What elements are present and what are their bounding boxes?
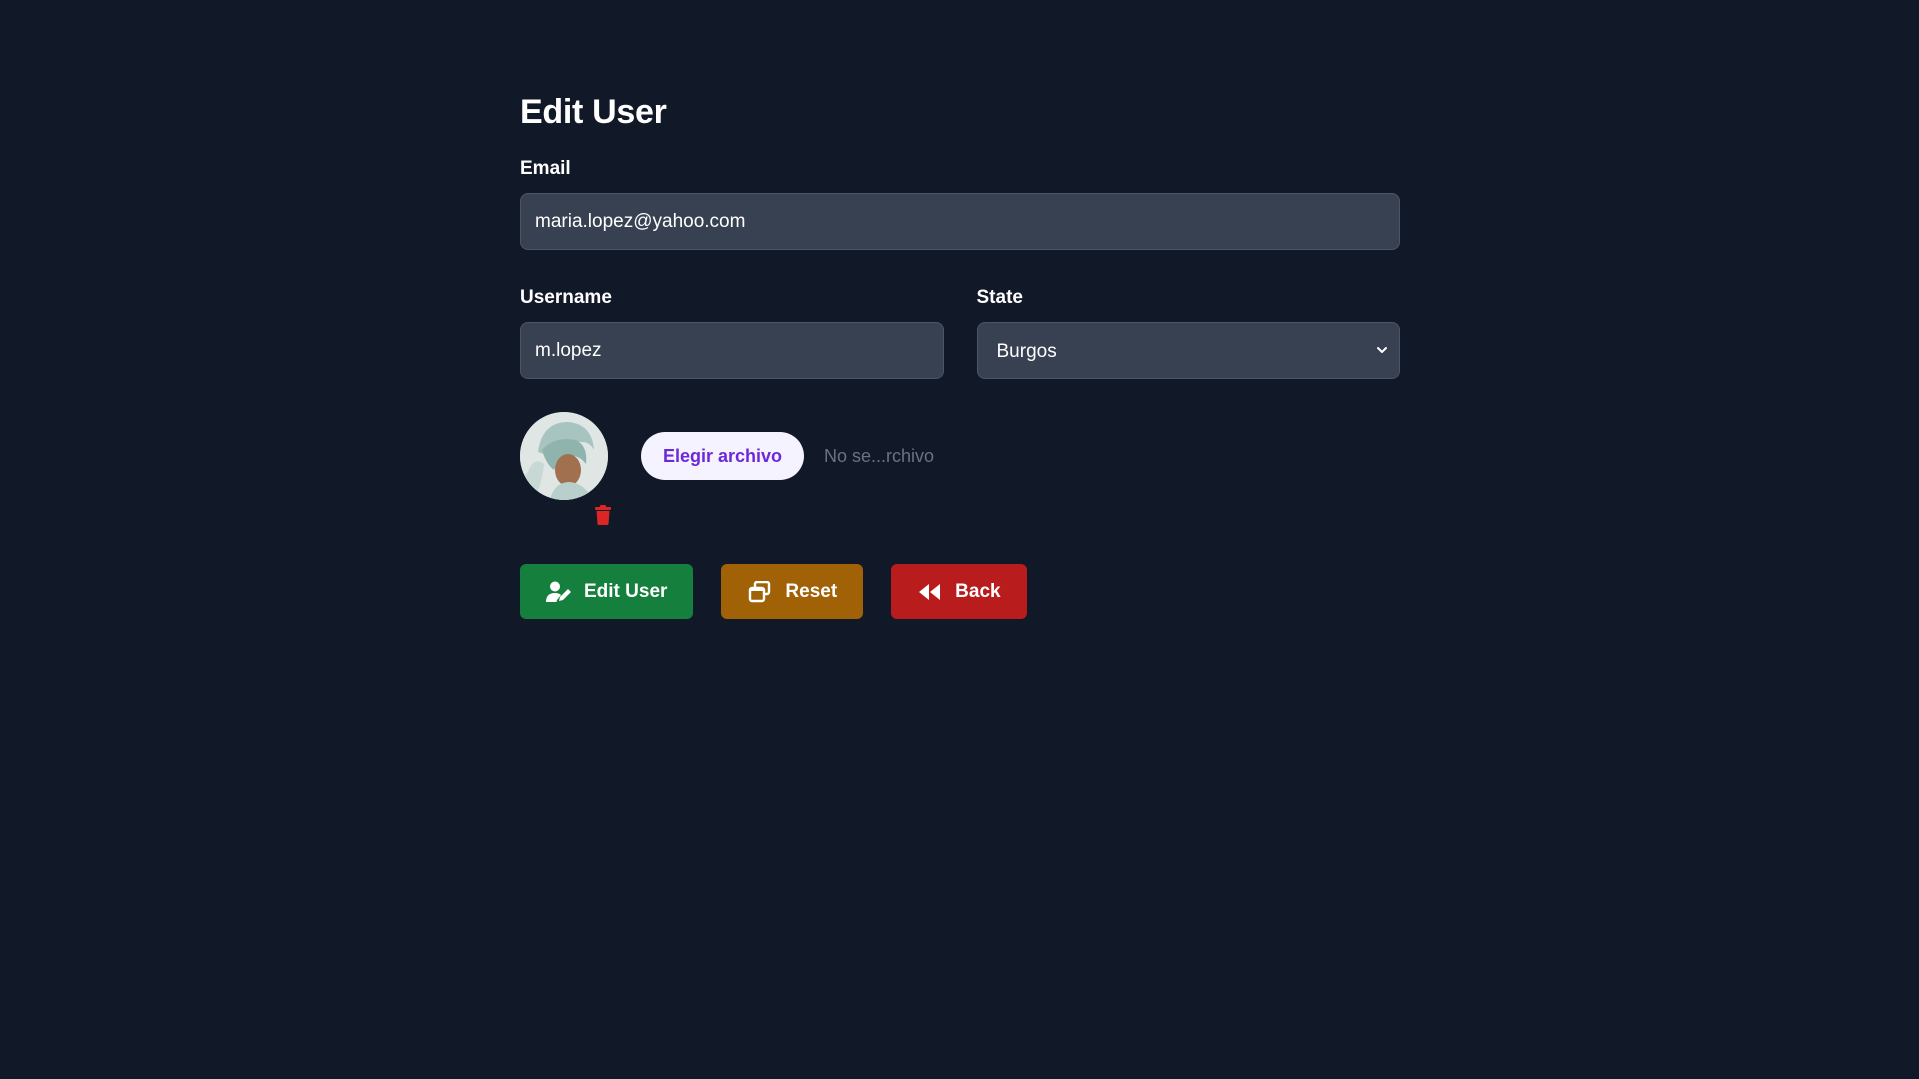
avatar-photo: [520, 412, 608, 500]
username-field[interactable]: [520, 322, 944, 379]
email-field[interactable]: [520, 193, 1400, 250]
back-button[interactable]: Back: [891, 564, 1027, 619]
form-actions: Edit User Reset Back: [520, 564, 1400, 619]
page-title: Edit User: [520, 93, 667, 131]
username-group: Username: [520, 287, 944, 379]
edit-user-form: Edit User Email Username State Burgos: [520, 90, 1400, 619]
reset-button-label: Reset: [785, 580, 838, 602]
reset-button[interactable]: Reset: [721, 564, 864, 619]
trash-icon[interactable]: [594, 505, 612, 525]
chevron-down-icon: [1377, 347, 1387, 353]
choose-file-button[interactable]: Elegir archivo: [641, 432, 805, 480]
user-pen-icon: [546, 581, 571, 602]
back-button-label: Back: [955, 580, 1001, 602]
email-group: Email: [520, 158, 1400, 250]
edit-user-button[interactable]: Edit User: [520, 564, 694, 619]
state-label: State: [976, 287, 1023, 308]
avatar-upload-row: Elegir archivo No se...rchivo: [520, 412, 1400, 525]
window-restore-icon: [749, 580, 771, 602]
backward-icon: [919, 583, 941, 600]
state-group: State Burgos: [976, 287, 1400, 379]
edit-user-button-label: Edit User: [584, 580, 668, 602]
username-state-row: Username State Burgos: [520, 287, 1400, 379]
state-select[interactable]: Burgos: [976, 322, 1400, 379]
state-selected-value: Burgos: [996, 341, 1057, 362]
file-status-text: No se...rchivo: [824, 446, 935, 466]
username-label: Username: [520, 287, 612, 308]
email-label: Email: [520, 158, 571, 179]
avatar: [520, 412, 608, 500]
